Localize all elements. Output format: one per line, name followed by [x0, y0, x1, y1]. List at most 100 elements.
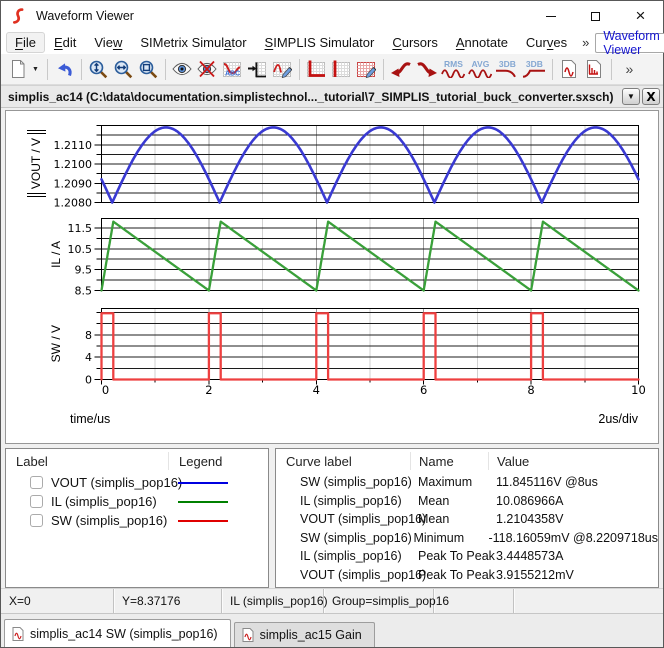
y-axis-label-il[interactable]: IL / A	[44, 218, 68, 290]
new-graph-button[interactable]	[5, 56, 30, 82]
x-tick-label: 4	[313, 383, 320, 397]
status-empty-cell	[434, 589, 514, 613]
graph-tab-title[interactable]: simplis_ac14 (C:\data\documentation.simp…	[8, 90, 620, 104]
measurement-row[interactable]: SW (simplis_pop16)Maximum11.845116V @8us	[276, 473, 658, 492]
menu-view[interactable]: View	[85, 32, 131, 53]
maximize-button[interactable]	[573, 1, 618, 31]
chevron-down-icon: ▼	[627, 92, 635, 101]
curve-visibility-checkbox[interactable]	[30, 495, 43, 508]
zoom-rect-button[interactable]	[136, 56, 161, 82]
menu-curves[interactable]: Curves	[517, 32, 576, 53]
toolbar: ▼ ABC RMS AVG 3DB 3DB »	[1, 54, 663, 85]
close-button[interactable]: ×	[618, 1, 663, 31]
sine-page-button[interactable]	[557, 56, 582, 82]
add-grid-button[interactable]	[329, 56, 354, 82]
measurement-row[interactable]: IL (simplis_pop16)Mean10.086966A	[276, 492, 658, 511]
db3-lowpass-button[interactable]: 3DB	[494, 56, 521, 82]
status-bar: X=0 Y=8.37176 IL (simplis_pop16) Group=s…	[1, 588, 663, 613]
db-fall-icon	[495, 69, 519, 78]
close-icon: ×	[636, 11, 646, 21]
document-tab[interactable]: simplis_ac14 SW (simplis_pop16)	[4, 619, 231, 647]
measurement-curve-label: SW (simplis_pop16)	[276, 475, 418, 489]
measurement-row[interactable]: SW (simplis_pop16)Minimum-118.16059mV @8…	[276, 529, 658, 548]
legend-row[interactable]: VOUT (simplis_pop16)	[6, 473, 268, 492]
y-tick-label: 8.5	[75, 285, 93, 298]
edit-curve-button[interactable]	[270, 56, 295, 82]
y-tick-label: 1.2100	[54, 158, 93, 171]
label-curve-button[interactable]: ABC	[220, 56, 245, 82]
document-tab[interactable]: simplis_ac15 Gain	[234, 622, 375, 647]
undo-icon	[54, 59, 74, 79]
minimize-button[interactable]	[528, 1, 573, 31]
db3-highpass-button[interactable]: 3DB	[521, 56, 548, 82]
y-axis-label-vout[interactable]: VOUT / V	[24, 125, 48, 202]
y-axis-label-sw[interactable]: SW / V	[44, 308, 68, 379]
toolbar-separator	[552, 59, 553, 80]
menu-simplis-simulator[interactable]: SIMPLIS Simulator	[256, 32, 384, 53]
y-tick-label: 1.2110	[54, 139, 93, 152]
y-tick-label: 9.5	[75, 264, 93, 277]
previous-curve-button[interactable]	[388, 56, 414, 82]
y-tick-label: 1.2080	[54, 197, 93, 210]
measurement-value: -118.16059mV @8.2209718us	[488, 531, 658, 545]
fft-page-button[interactable]	[582, 56, 607, 82]
db3-lowpass-text: 3DB	[499, 60, 516, 69]
dock-curve-button[interactable]	[245, 56, 270, 82]
legend-curve-label: SW (simplis_pop16)	[51, 513, 167, 528]
show-curve-button[interactable]	[170, 56, 195, 82]
dock-curve-icon	[247, 59, 267, 79]
axis-selected-rule	[27, 193, 46, 197]
menu-edit[interactable]: Edit	[45, 32, 85, 53]
plot-vout[interactable]: 1.21101.21001.20901.2080	[6, 123, 651, 214]
legend-curve-label: VOUT (simplis_pop16)	[51, 475, 182, 490]
wave-icon	[468, 69, 492, 78]
measurement-curve-label: SW (simplis_pop16)	[276, 531, 413, 545]
hide-curve-button[interactable]	[195, 56, 220, 82]
measurement-row[interactable]: VOUT (simplis_pop16)Peak To Peak3.915521…	[276, 566, 658, 585]
graph-tab-close-button[interactable]: X	[642, 88, 660, 105]
toolbar-overflow-button[interactable]: »	[616, 56, 643, 82]
x-tick-label: 6	[420, 383, 427, 397]
measurement-rows: SW (simplis_pop16)Maximum11.845116V @8us…	[276, 473, 658, 584]
chevron-down-icon[interactable]: ▼	[30, 66, 43, 73]
rms-button[interactable]: RMS	[440, 56, 467, 82]
measurement-row[interactable]: IL (simplis_pop16)Peak To Peak3.4448573A	[276, 547, 658, 566]
next-curve-button[interactable]	[414, 56, 440, 82]
edit-grid-button[interactable]	[354, 56, 379, 82]
status-curve-name: IL (simplis_pop16)	[222, 589, 324, 613]
toolbar-separator	[47, 59, 48, 80]
menu-annotate[interactable]: Annotate	[447, 32, 517, 53]
zoom-x-button[interactable]	[111, 56, 136, 82]
menu-file[interactable]: File	[6, 32, 45, 53]
x-tick-label: 2	[205, 383, 212, 397]
wave-icon	[441, 69, 465, 78]
zoom-y-button[interactable]	[86, 56, 111, 82]
add-axis-button[interactable]	[304, 56, 329, 82]
close-icon: X	[646, 92, 655, 102]
curve-visibility-checkbox[interactable]	[30, 476, 43, 489]
window-controls: ×	[528, 1, 663, 31]
curve-visibility-checkbox[interactable]	[30, 514, 43, 527]
legend-column-legend: Legend	[168, 452, 258, 470]
toolbar-separator	[383, 59, 384, 80]
measurement-value: 1.2104358V	[496, 512, 658, 526]
measurement-row[interactable]: VOUT (simplis_pop16)Mean1.2104358V	[276, 510, 658, 529]
maximize-icon	[591, 12, 600, 21]
zoom-x-icon	[113, 59, 133, 79]
menu-cursors[interactable]: Cursors	[383, 32, 447, 53]
legend-row[interactable]: IL (simplis_pop16)	[6, 492, 268, 511]
window-mode-selector[interactable]: Waveform Viewer ▼	[595, 33, 664, 53]
menu-simetrix-simulator[interactable]: SIMetrix Simulator	[131, 32, 255, 53]
menubar: FileEditViewSIMetrix SimulatorSIMPLIS Si…	[1, 31, 663, 54]
y-axis-label-text: SW / V	[49, 325, 63, 362]
undo-button[interactable]	[52, 56, 77, 82]
avg-text: AVG	[472, 60, 490, 69]
rms-text: RMS	[444, 60, 463, 69]
avg-button[interactable]: AVG	[467, 56, 494, 82]
graph-tab-dropdown-button[interactable]: ▼	[622, 88, 640, 105]
legend-row[interactable]: SW (simplis_pop16)	[6, 511, 268, 530]
waveform-plot-area[interactable]: time/us 2us/div 1.21101.21001.20901.2080…	[5, 110, 659, 444]
plot-sw[interactable]: 840	[6, 306, 651, 391]
plot-il[interactable]: 11.510.59.58.5	[6, 216, 651, 302]
menu-overflow-button[interactable]: »	[576, 35, 595, 50]
